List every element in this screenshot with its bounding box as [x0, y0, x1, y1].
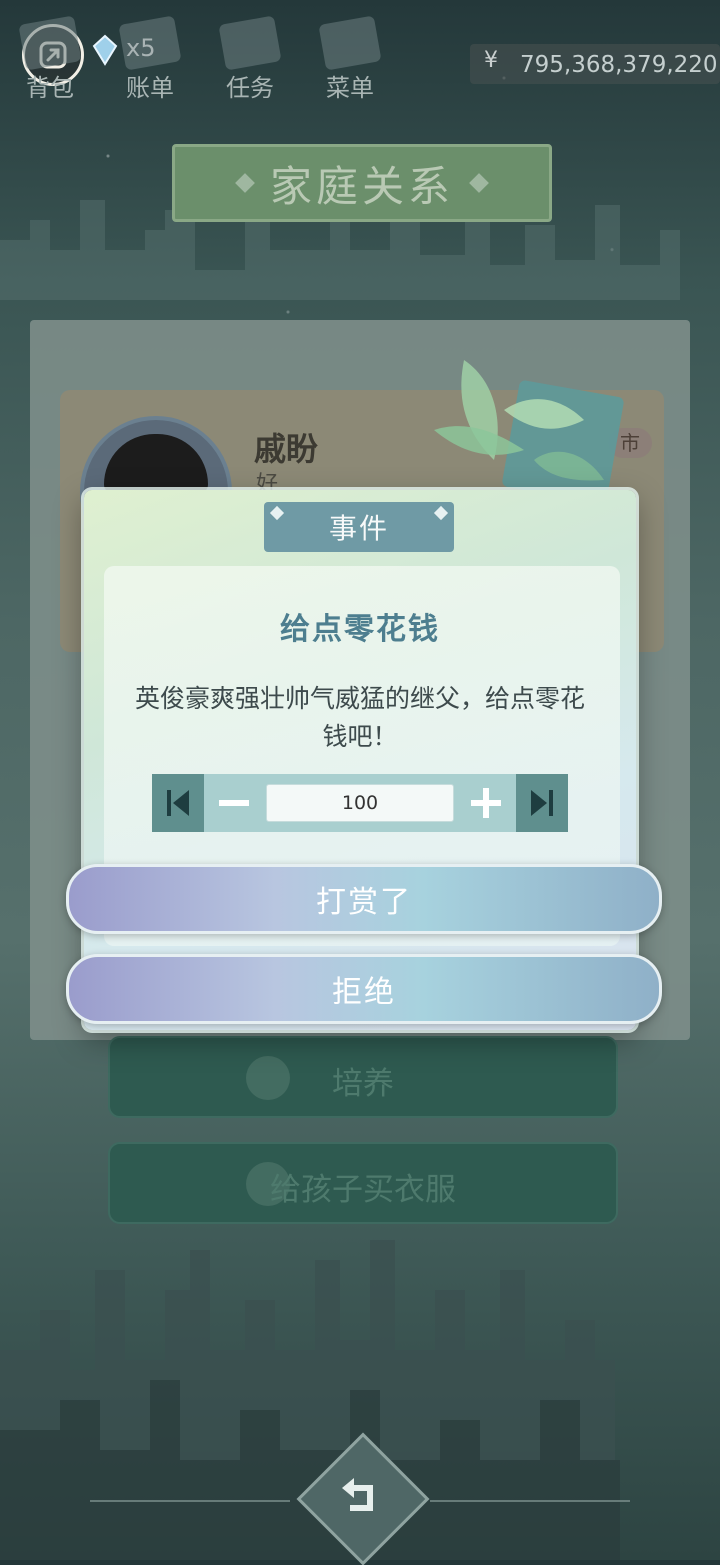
event-dialog: 事件: [84, 490, 636, 1030]
skip-to-end-icon: [531, 790, 553, 816]
event-description: 英俊豪爽强壮帅气威猛的继父，给点零花钱吧！: [134, 684, 585, 751]
divider-left: [90, 1500, 290, 1502]
avatar-hair: [104, 434, 208, 494]
event-tab: 事件: [264, 502, 454, 552]
event-title: 给点零花钱: [280, 612, 440, 647]
character-name: 戚盼: [254, 430, 319, 468]
nav-bag-label: 背包: [26, 74, 74, 102]
minus-icon: [219, 800, 249, 806]
return-arrow-icon: [342, 1478, 373, 1511]
amount-input[interactable]: [266, 784, 454, 822]
plus-icon: [471, 788, 501, 818]
decrease-button[interactable]: [204, 774, 264, 832]
skip-to-start-icon: [167, 790, 189, 816]
nav-menu[interactable]: 菜单: [308, 15, 392, 104]
nav-task-label: 任务: [226, 74, 274, 102]
nav-bag[interactable]: 背包: [8, 15, 92, 104]
task-icon: [218, 15, 282, 71]
increase-button[interactable]: [456, 774, 516, 832]
nav-bill-label: 账单: [126, 74, 174, 102]
tab-ornament-right: [433, 505, 449, 521]
nurture-label: 培养: [332, 1066, 394, 1102]
divider-right: [430, 1500, 630, 1502]
diamond-ornament-left: [235, 173, 255, 193]
tab-ornament-left: [269, 505, 285, 521]
page-title: 家庭关系: [269, 161, 454, 211]
nav-task[interactable]: 任务: [208, 15, 292, 104]
diamond-ornament-right: [469, 173, 489, 193]
confirm-tip-button[interactable]: 打赏了: [66, 864, 662, 934]
nurture-button[interactable]: 培养: [108, 1036, 618, 1118]
min-amount-button[interactable]: [152, 774, 204, 832]
buy-clothes-button[interactable]: 给孩子买衣服: [108, 1142, 618, 1224]
page-title-plate: 家庭关系: [172, 144, 552, 222]
yen-icon: ¥: [484, 48, 498, 73]
reject-button[interactable]: 拒绝: [66, 954, 662, 1024]
money-value: 795,368,379,220: [520, 52, 718, 78]
amount-stepper: [152, 774, 568, 832]
max-amount-button[interactable]: [516, 774, 568, 832]
event-tab-label: 事件: [328, 512, 389, 545]
top-bar: x5 背包 账单 任务 菜单 ¥ 795,368,379,220: [0, 0, 720, 110]
bill-icon: [118, 15, 182, 71]
nav-bill[interactable]: 账单: [108, 15, 192, 104]
nav-menu-label: 菜单: [326, 74, 374, 102]
menu-icon: [318, 15, 382, 71]
confirm-tip-label: 打赏了: [316, 885, 412, 920]
bag-icon: [18, 15, 82, 71]
reject-label: 拒绝: [332, 975, 396, 1010]
money-display: ¥ 795,368,379,220: [470, 44, 720, 84]
leaf-decoration-icon: [434, 360, 604, 481]
buy-clothes-label: 给孩子买衣服: [270, 1172, 456, 1208]
